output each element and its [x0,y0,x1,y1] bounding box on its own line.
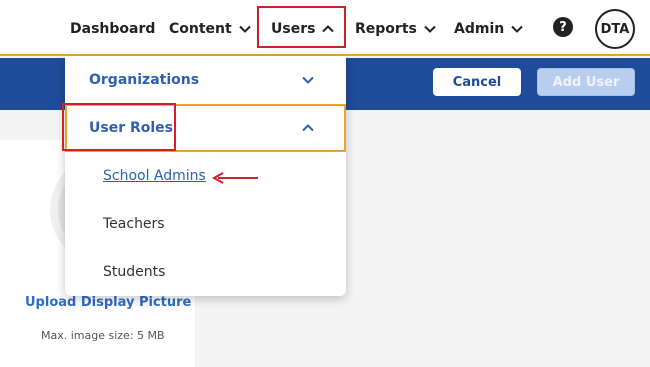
nav-content-label: Content [169,21,232,37]
max-image-size-text: Max. image size: 5 MB [41,329,165,342]
add-user-button[interactable]: Add User [537,68,635,96]
nav-reports-label: Reports [355,21,417,37]
chevron-down-icon [510,22,524,36]
menu-item-teachers[interactable]: Teachers [103,216,165,232]
menu-item-school-admins[interactable]: School Admins [103,168,206,184]
chevron-down-icon [238,22,252,36]
cancel-button[interactable]: Cancel [433,68,521,96]
nav-admin-label: Admin [454,21,505,37]
menu-item-organizations[interactable]: Organizations [65,56,346,104]
top-navigation: Dashboard Content Users Reports Admin ? … [0,0,650,56]
nav-dashboard[interactable]: Dashboard [70,18,155,40]
nav-dashboard-label: Dashboard [70,21,156,37]
nav-content[interactable]: Content [169,18,252,40]
menu-item-organizations-label: Organizations [89,72,200,88]
arrow-left-icon [211,172,258,184]
upload-display-picture-link[interactable]: Upload Display Picture [25,295,191,310]
nav-admin[interactable]: Admin [454,18,524,40]
help-icon[interactable]: ? [553,17,573,37]
chevron-up-icon [301,121,315,135]
menu-item-students[interactable]: Students [103,264,165,280]
chevron-down-icon [423,22,437,36]
chevron-down-icon [301,73,315,87]
user-avatar[interactable]: DTA [595,9,635,49]
users-highlight-box [257,6,346,48]
nav-reports[interactable]: Reports [355,18,437,40]
user-roles-highlight-box [62,103,176,151]
